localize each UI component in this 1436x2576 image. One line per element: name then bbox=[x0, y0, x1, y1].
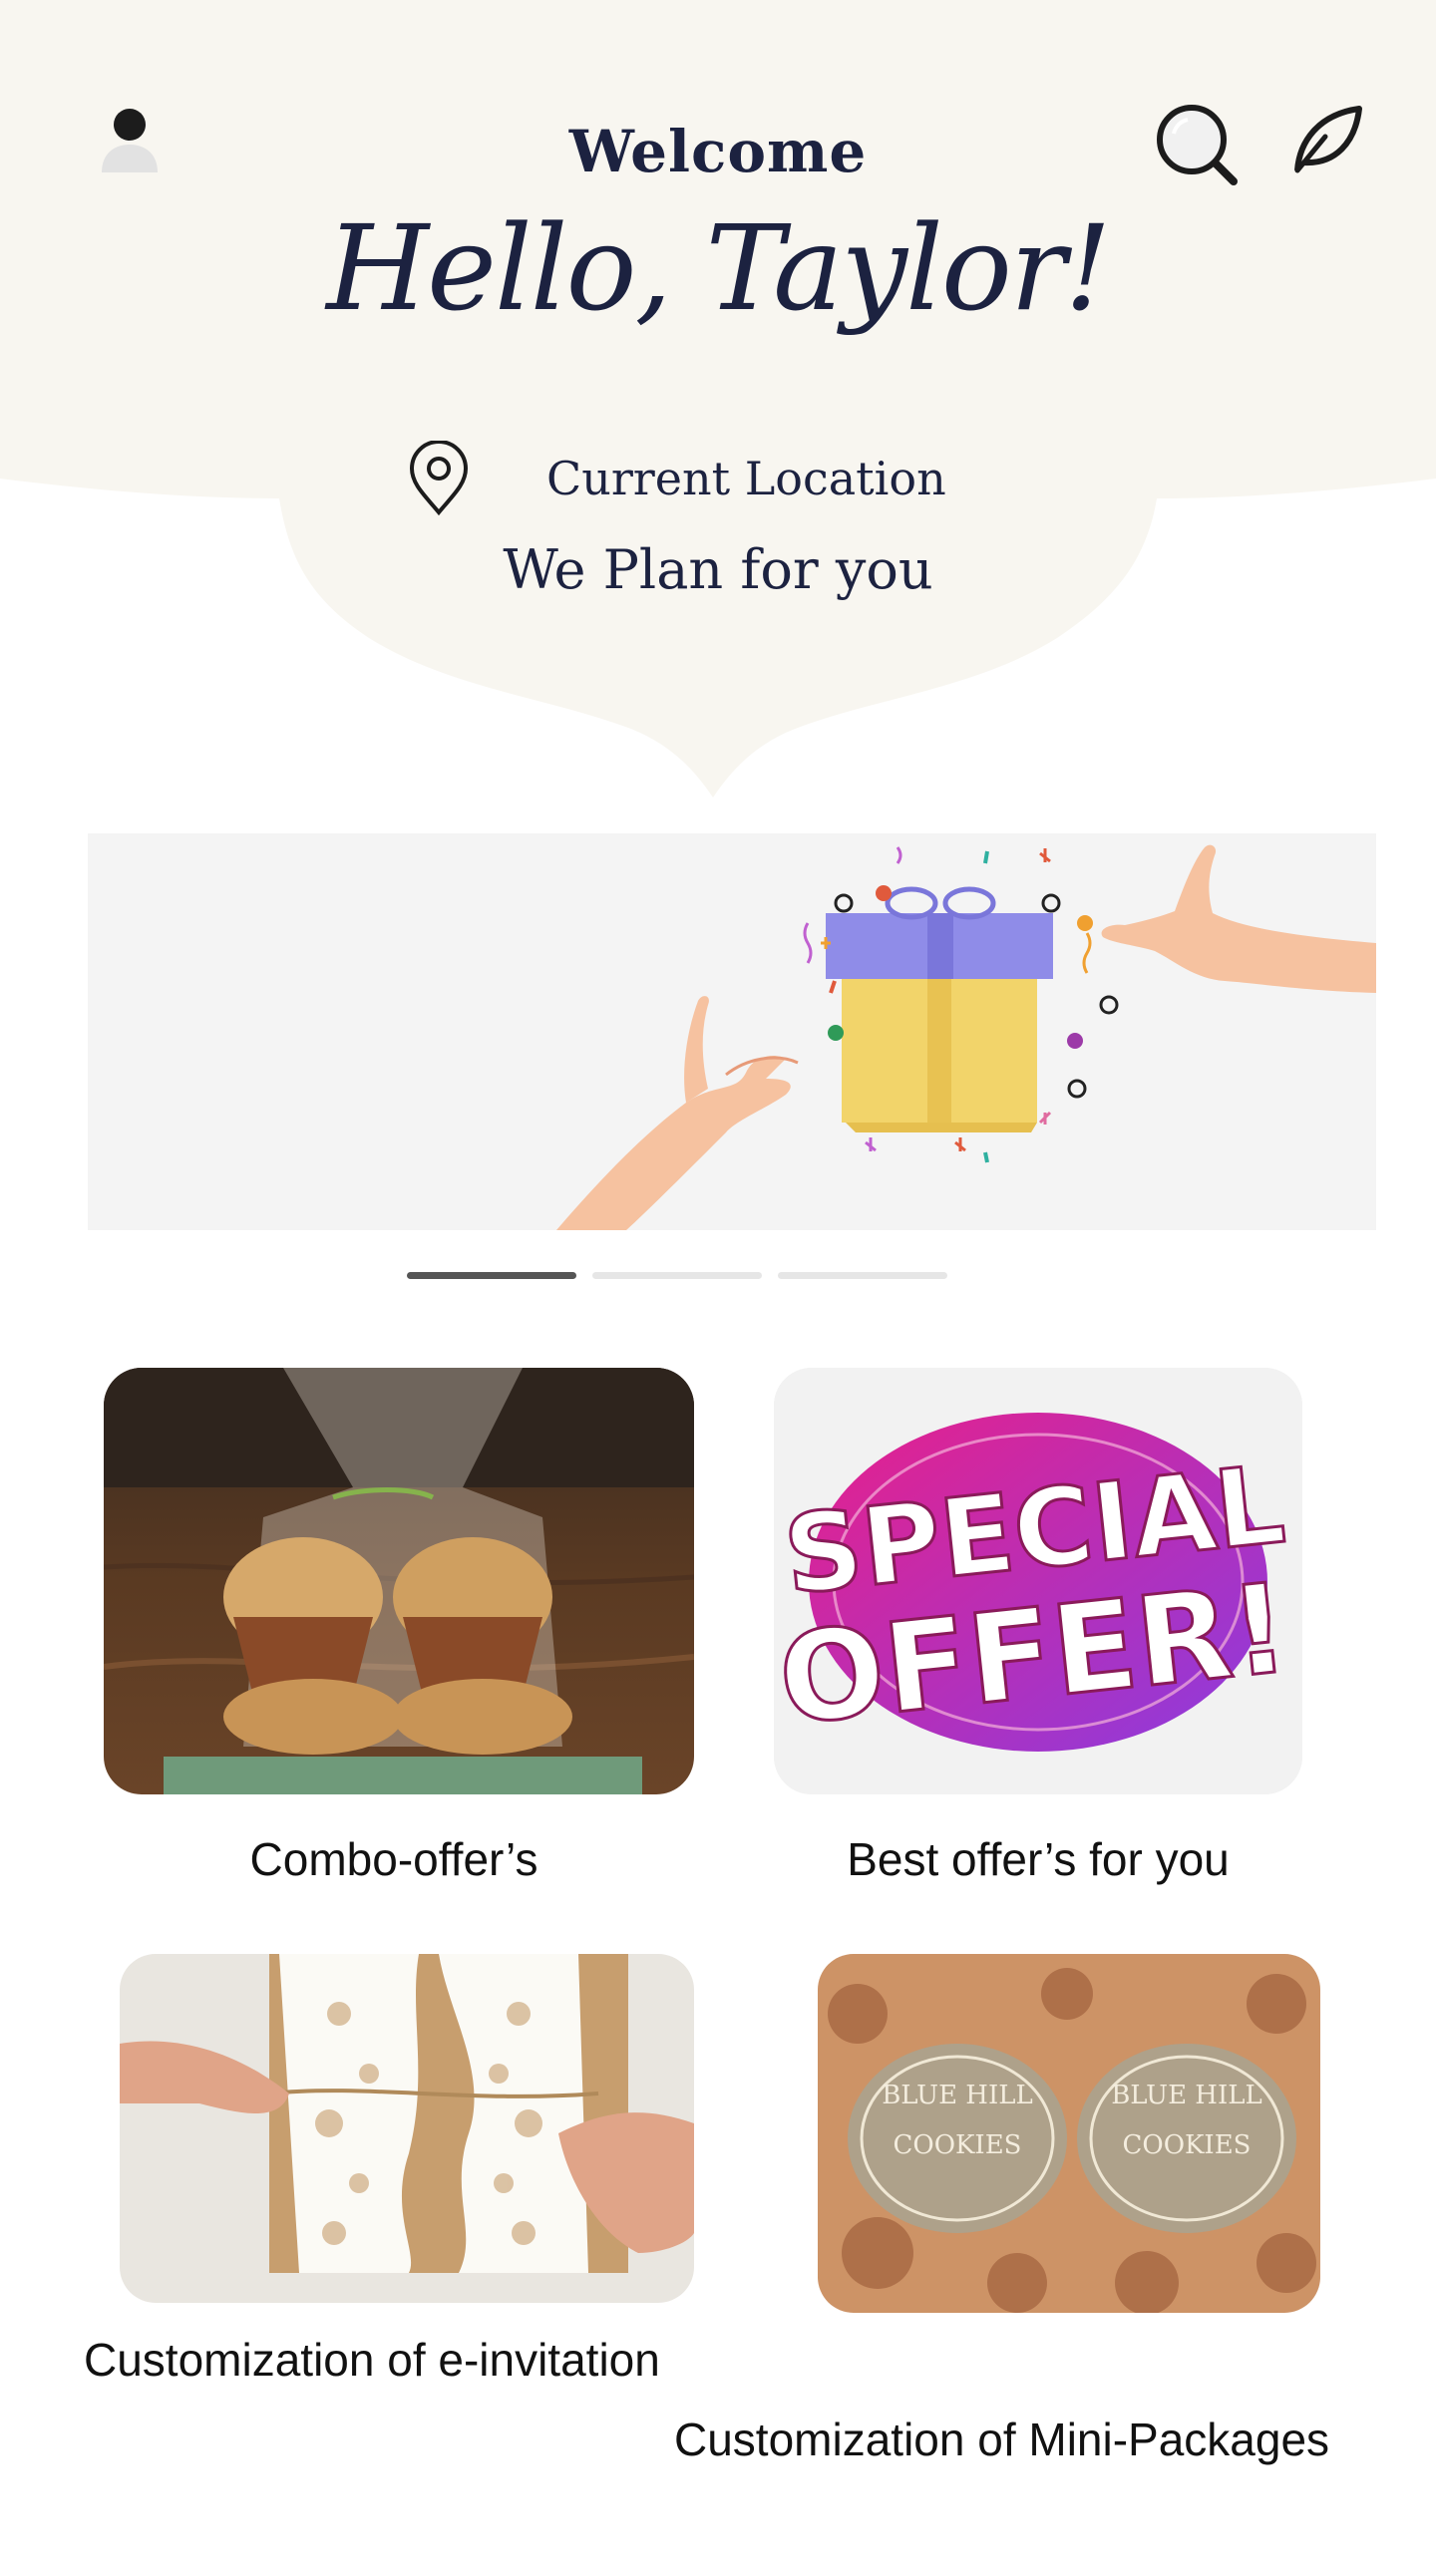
tagline: We Plan for you bbox=[503, 538, 933, 601]
greeting-text: Hello, Taylor! bbox=[326, 199, 1111, 337]
welcome-heading: Welcome bbox=[568, 118, 868, 185]
pagination-dot[interactable] bbox=[592, 1272, 762, 1279]
gift-box-illustration bbox=[556, 844, 1376, 1230]
mini-packages-tile[interactable]: BLUE HILL COOKIES BLUE HILL COOKIES bbox=[818, 1954, 1320, 2313]
lace-invitation-image bbox=[120, 1954, 694, 2303]
special-offer-badge: SPECIAL OFFER! bbox=[774, 1368, 1302, 1794]
best-offers-label: Best offer’s for you bbox=[847, 1833, 1230, 1885]
pagination-dot[interactable] bbox=[778, 1272, 947, 1279]
muffins-image bbox=[104, 1368, 694, 1794]
pagination-dot[interactable] bbox=[407, 1272, 576, 1279]
e-invitation-label: Customization of e-invitation bbox=[84, 2334, 660, 2386]
home-screen: Welcome Hello, Taylor! Current Location … bbox=[0, 0, 1436, 2576]
combo-offers-tile[interactable] bbox=[104, 1368, 694, 1794]
best-offers-tile[interactable]: SPECIAL OFFER! bbox=[774, 1368, 1302, 1794]
banner-pagination[interactable] bbox=[407, 1272, 947, 1279]
current-location-row[interactable]: Current Location bbox=[399, 437, 946, 520]
cookie-packages-image: BLUE HILL COOKIES BLUE HILL COOKIES bbox=[818, 1954, 1320, 2313]
current-location-label: Current Location bbox=[546, 452, 946, 505]
e-invitation-tile[interactable] bbox=[120, 1954, 694, 2303]
promo-banner[interactable] bbox=[88, 833, 1376, 1230]
combo-offers-label: Combo-offer’s bbox=[249, 1833, 538, 1885]
location-pin-icon bbox=[399, 439, 479, 518]
mini-packages-label: Customization of Mini-Packages bbox=[674, 2414, 1330, 2465]
